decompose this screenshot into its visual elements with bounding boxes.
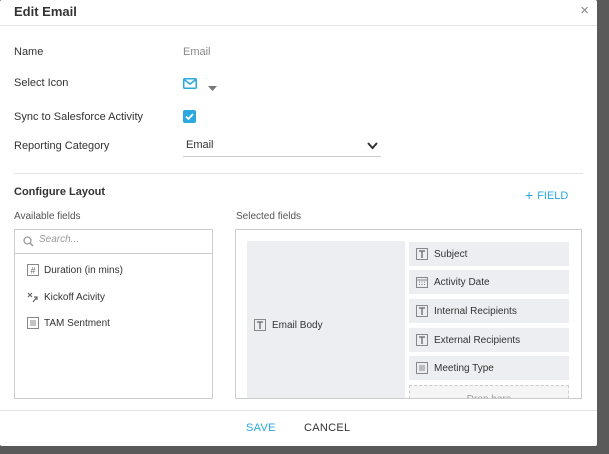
available-fields-panel: # Duration (in mins) Kickoff Acivity TAM… — [14, 229, 213, 399]
email-body-label: Email Body — [272, 319, 323, 331]
close-icon[interactable]: × — [580, 3, 589, 19]
text-field-icon — [416, 248, 428, 260]
cancel-button[interactable]: CANCEL — [304, 422, 350, 434]
drop-zone[interactable]: Drop here — [409, 385, 569, 398]
modal-title: Edit Email — [14, 4, 77, 19]
search-input[interactable] — [39, 234, 199, 245]
add-field-button[interactable]: + FIELD — [525, 186, 569, 203]
selected-field-item[interactable]: Meeting Type — [409, 356, 569, 380]
plus-icon: + — [525, 187, 534, 203]
text-field-icon — [254, 319, 266, 331]
chevron-down-icon — [367, 142, 378, 150]
available-field-label: TAM Sentment — [44, 317, 110, 329]
picklist-field-icon — [27, 317, 39, 329]
add-field-label: FIELD — [537, 190, 569, 202]
configure-layout-heading: Configure Layout — [14, 186, 106, 198]
selected-field-item[interactable]: Subject — [409, 242, 569, 266]
available-field-item[interactable]: Kickoff Acivity — [27, 291, 105, 303]
number-field-icon: # — [27, 264, 39, 276]
available-field-label: Kickoff Acivity — [44, 291, 105, 303]
name-value[interactable]: Email — [183, 46, 211, 58]
save-button[interactable]: SAVE — [246, 422, 276, 434]
available-field-item[interactable]: # Duration (in mins) — [27, 264, 123, 276]
available-field-label: Duration (in mins) — [44, 264, 123, 276]
category-select[interactable]: Email — [183, 136, 381, 157]
svg-text:#: # — [30, 266, 35, 276]
search-bar — [15, 230, 212, 254]
selected-field-label: Internal Recipients — [434, 305, 517, 317]
text-field-icon — [416, 305, 428, 317]
section-divider — [14, 173, 583, 174]
modal-footer: SAVE CANCEL — [0, 410, 597, 446]
search-icon — [23, 236, 34, 247]
lookup-field-icon — [27, 291, 39, 303]
selected-field-item[interactable]: External Recipients — [409, 328, 569, 352]
email-body-field[interactable]: Email Body — [247, 241, 405, 398]
sync-checkbox[interactable] — [183, 110, 196, 123]
selected-field-label: Subject — [434, 248, 468, 260]
selected-field-label: Meeting Type — [434, 362, 494, 374]
mail-icon[interactable] — [183, 76, 197, 94]
name-label: Name — [14, 46, 44, 58]
category-label: Reporting Category — [14, 140, 110, 152]
selected-field-item[interactable]: Activity Date — [409, 270, 569, 294]
caret-down-icon[interactable] — [208, 79, 217, 97]
selected-fields-label: Selected fields — [236, 211, 302, 222]
available-fields-label: Available fields — [14, 211, 81, 222]
selected-field-label: Activity Date — [434, 276, 490, 288]
picklist-field-icon — [416, 362, 428, 374]
category-value: Email — [186, 139, 214, 151]
edit-email-modal: Edit Email × Name Email Select Icon Sync… — [0, 0, 597, 446]
selected-field-label: External Recipients — [434, 334, 521, 346]
selected-field-item[interactable]: Internal Recipients — [409, 299, 569, 323]
text-field-icon — [416, 334, 428, 346]
selected-fields-panel: Email Body Subject Activity Date Interna… — [235, 229, 582, 399]
icon-label: Select Icon — [14, 77, 69, 89]
available-field-item[interactable]: TAM Sentment — [27, 317, 110, 329]
calendar-field-icon — [416, 276, 428, 288]
modal-header: Edit Email × — [0, 0, 597, 26]
sync-label: Sync to Salesforce Activity — [14, 111, 143, 123]
page-scrollbar[interactable] — [597, 0, 609, 454]
